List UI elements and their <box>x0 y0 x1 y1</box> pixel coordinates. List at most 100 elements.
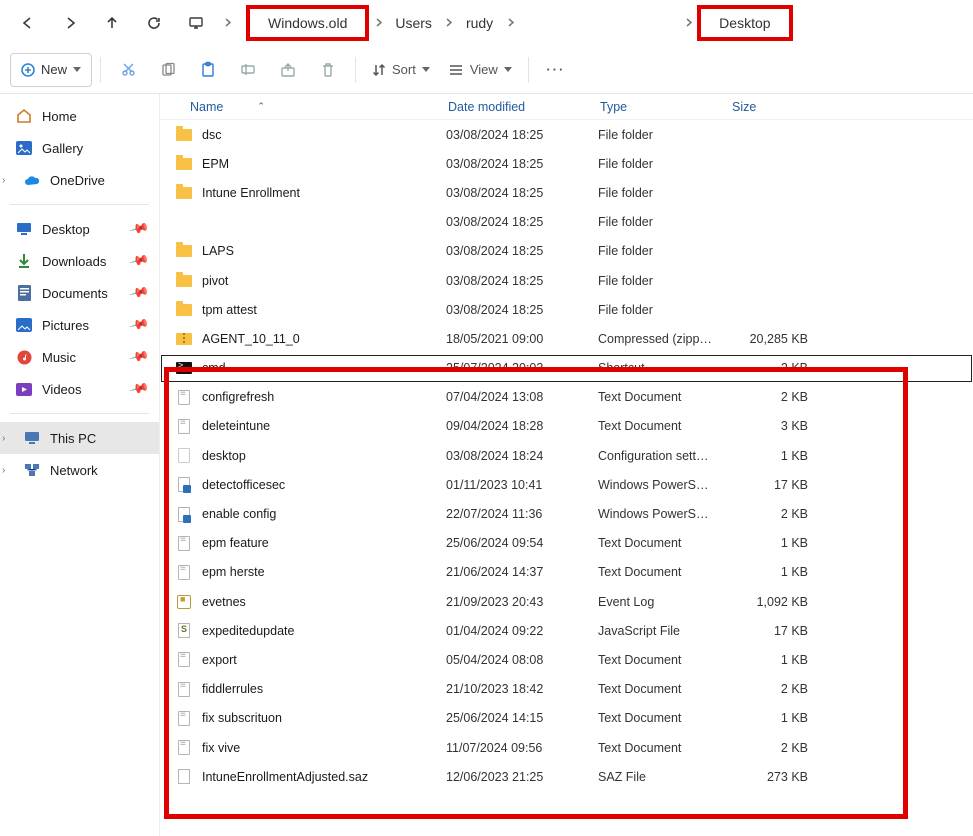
monitor-icon[interactable] <box>176 6 216 40</box>
file-type: File folder <box>598 128 730 142</box>
file-row[interactable]: tpm attest 03/08/2024 18:25 File folder <box>160 295 973 324</box>
file-row[interactable]: 03/08/2024 18:25 File folder <box>160 208 973 237</box>
file-row[interactable]: detectofficesec 01/11/2023 10:41 Windows… <box>160 470 973 499</box>
folder-icon <box>174 301 194 319</box>
file-row[interactable]: export 05/04/2024 08:08 Text Document 1 … <box>160 645 973 674</box>
share-button[interactable] <box>269 53 307 87</box>
file-row[interactable]: fiddlerrules 21/10/2023 18:42 Text Docum… <box>160 675 973 704</box>
pin-icon: 📌 <box>128 378 150 400</box>
view-label: View <box>470 62 498 77</box>
breadcrumb-segment[interactable]: Desktop <box>697 5 792 41</box>
copy-button[interactable] <box>149 53 187 87</box>
file-name: evetnes <box>202 595 446 609</box>
sidebar-item-downloads[interactable]: Downloads 📌 <box>0 245 159 277</box>
breadcrumb-segment[interactable]: Windows.old <box>246 5 369 41</box>
sidebar-item-pictures[interactable]: Pictures 📌 <box>0 309 159 341</box>
chevron-right-icon[interactable]: › <box>2 465 12 476</box>
file-date: 05/04/2024 08:08 <box>446 653 598 667</box>
file-type: Text Document <box>598 536 730 550</box>
view-button[interactable]: View <box>440 53 520 87</box>
new-label: New <box>41 62 67 77</box>
file-row[interactable]: epm herste 21/06/2024 14:37 Text Documen… <box>160 558 973 587</box>
chevron-right-icon[interactable]: › <box>2 433 12 444</box>
sort-button[interactable]: Sort <box>364 53 438 87</box>
file-row[interactable]: IntuneEnrollmentAdjusted.saz 12/06/2023 … <box>160 762 973 791</box>
sidebar-item-music[interactable]: Music 📌 <box>0 341 159 373</box>
videos-icon <box>16 381 32 397</box>
file-row[interactable]: dsc 03/08/2024 18:25 File folder <box>160 120 973 149</box>
ps-icon <box>174 505 194 523</box>
rename-button[interactable] <box>229 53 267 87</box>
column-headers[interactable]: Name ⌃ Date modified Type Size <box>160 94 973 120</box>
file-size: 17 KB <box>730 478 820 492</box>
file-name: pivot <box>202 274 446 288</box>
separator <box>528 57 529 83</box>
more-button[interactable]: ··· <box>537 53 575 87</box>
file-row[interactable]: configrefresh 07/04/2024 13:08 Text Docu… <box>160 383 973 412</box>
txt-icon <box>174 739 194 757</box>
file-date: 22/07/2024 11:36 <box>446 507 598 521</box>
sidebar-item-videos[interactable]: Videos 📌 <box>0 373 159 405</box>
file-name: configrefresh <box>202 390 446 404</box>
file-row[interactable]: evetnes 21/09/2023 20:43 Event Log 1,092… <box>160 587 973 616</box>
file-size: 1,092 KB <box>730 595 820 609</box>
file-row[interactable]: Intune Enrollment 03/08/2024 18:25 File … <box>160 178 973 207</box>
breadcrumb-segment[interactable]: rudy <box>458 10 501 36</box>
chevron-down-icon <box>504 67 512 72</box>
file-row[interactable]: pivot 03/08/2024 18:25 File folder <box>160 266 973 295</box>
breadcrumb-segment[interactable]: Users <box>387 10 440 36</box>
sidebar-item-this pc[interactable]: › This PC <box>0 422 159 454</box>
chevron-right-icon[interactable]: › <box>2 175 12 186</box>
chevron-right-icon[interactable] <box>679 8 697 38</box>
file-row[interactable]: cmd 25/07/2024 20:03 Shortcut 2 KB <box>160 354 973 383</box>
chevron-right-icon[interactable] <box>440 8 458 38</box>
back-button[interactable] <box>8 6 48 40</box>
sidebar-item-desktop[interactable]: Desktop 📌 <box>0 213 159 245</box>
file-type: Text Document <box>598 653 730 667</box>
ini-icon <box>174 447 194 465</box>
file-row[interactable]: expeditedupdate 01/04/2024 09:22 JavaScr… <box>160 616 973 645</box>
up-button[interactable] <box>92 6 132 40</box>
file-row[interactable]: AGENT_10_11_0 18/05/2021 09:00 Compresse… <box>160 324 973 353</box>
file-name: AGENT_10_11_0 <box>202 332 446 346</box>
sidebar-item-onedrive[interactable]: › OneDrive <box>0 164 159 196</box>
column-size[interactable]: Size <box>732 100 822 114</box>
file-type: Windows PowerS… <box>598 478 730 492</box>
pictures-icon <box>16 317 32 333</box>
refresh-button[interactable] <box>134 6 174 40</box>
file-row[interactable]: LAPS 03/08/2024 18:25 File folder <box>160 237 973 266</box>
file-size: 1 KB <box>730 653 820 667</box>
forward-button[interactable] <box>50 6 90 40</box>
spacer <box>236 8 246 38</box>
paste-button[interactable] <box>189 53 227 87</box>
divider <box>10 413 149 414</box>
file-row[interactable]: enable config 22/07/2024 11:36 Windows P… <box>160 499 973 528</box>
file-type: File folder <box>598 244 730 258</box>
file-row[interactable]: fix subscrituon 25/06/2024 14:15 Text Do… <box>160 704 973 733</box>
file-row[interactable]: EPM 03/08/2024 18:25 File folder <box>160 149 973 178</box>
sidebar-item-gallery[interactable]: Gallery <box>0 132 159 164</box>
new-button[interactable]: New <box>10 53 92 87</box>
sidebar-item-network[interactable]: › Network <box>0 454 159 486</box>
file-row[interactable]: desktop 03/08/2024 18:24 Configuration s… <box>160 441 973 470</box>
column-name[interactable]: Name <box>190 100 223 114</box>
file-row[interactable]: epm feature 25/06/2024 09:54 Text Docume… <box>160 529 973 558</box>
file-size: 2 KB <box>730 507 820 521</box>
file-date: 18/05/2021 09:00 <box>446 332 598 346</box>
sidebar-item-documents[interactable]: Documents 📌 <box>0 277 159 309</box>
file-date: 25/06/2024 09:54 <box>446 536 598 550</box>
column-date[interactable]: Date modified <box>448 100 600 114</box>
sidebar-item-home[interactable]: Home <box>0 100 159 132</box>
file-type: Text Document <box>598 711 730 725</box>
file-size: 2 KB <box>730 390 820 404</box>
chevron-right-icon[interactable] <box>501 8 519 38</box>
file-row[interactable]: deleteintune 09/04/2024 18:28 Text Docum… <box>160 412 973 441</box>
music-icon <box>16 349 32 365</box>
chevron-right-icon[interactable] <box>218 8 236 38</box>
chevron-right-icon[interactable] <box>369 8 387 38</box>
cut-button[interactable] <box>109 53 147 87</box>
file-row[interactable]: fix vive 11/07/2024 09:56 Text Document … <box>160 733 973 762</box>
file-type: File folder <box>598 303 730 317</box>
delete-button[interactable] <box>309 53 347 87</box>
column-type[interactable]: Type <box>600 100 732 114</box>
